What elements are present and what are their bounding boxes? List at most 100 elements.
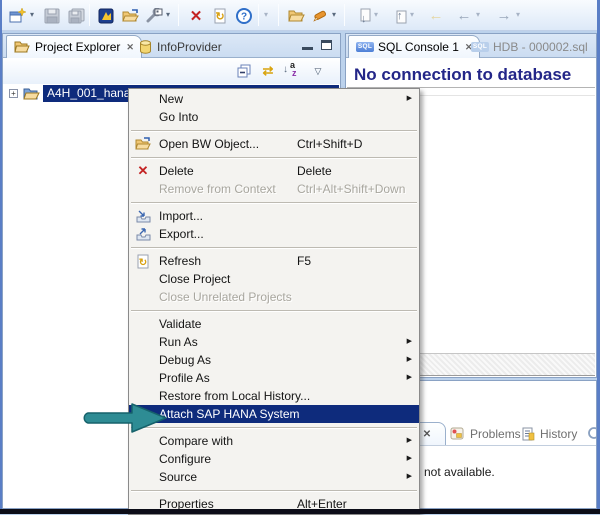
open-bw-object-icon	[134, 136, 152, 152]
menu-item-new[interactable]: New ▶	[129, 90, 419, 108]
open-bw-object-button[interactable]	[118, 4, 142, 27]
next-annotation-button[interactable]: ↓	[352, 4, 376, 27]
help-icon: ?	[236, 8, 252, 24]
project-explorer-tabbar: Project Explorer ✕ InfoProvider	[3, 34, 340, 58]
menu-item-compare-with[interactable]: Compare with ▶	[129, 432, 419, 450]
new-wizard-button[interactable]	[5, 4, 29, 27]
menu-item-export[interactable]: Export...	[129, 225, 419, 243]
menu-separator	[131, 490, 417, 491]
tab-sql-console-1[interactable]: SQL SQL Console 1 ✕	[348, 35, 480, 58]
tab-problems[interactable]: Problems	[450, 423, 521, 445]
refresh-icon: ↻	[134, 253, 152, 269]
submenu-arrow-icon: ▶	[407, 90, 412, 108]
minimize-view-icon[interactable]	[302, 40, 313, 50]
menu-separator	[131, 130, 417, 131]
configuration-dropdown-icon[interactable]: ▾	[166, 10, 170, 19]
menu-item-close-project[interactable]: Close Project	[129, 270, 419, 288]
menu-item-validate[interactable]: Validate	[129, 315, 419, 333]
sort-icon: ↓ a z	[284, 63, 300, 79]
save-all-button[interactable]	[64, 4, 88, 27]
toolbar-separator	[344, 4, 345, 26]
menu-item-configure[interactable]: Configure ▶	[129, 450, 419, 468]
menu-item-attach-sap-hana-system[interactable]: Attach SAP HANA System	[129, 405, 419, 423]
shortcut: Ctrl+Alt+Shift+Down	[297, 180, 405, 198]
context-menu: New ▶ Go Into Open BW Object... Ctrl+Shi…	[128, 88, 420, 515]
last-edit-location-button[interactable]: ←	[424, 4, 448, 27]
menu-separator	[131, 202, 417, 203]
refresh-button[interactable]: ↻	[208, 4, 232, 27]
menu-item-source[interactable]: Source ▶	[129, 468, 419, 486]
tab-label: History	[540, 427, 577, 441]
back-dropdown-icon[interactable]: ▾	[476, 10, 480, 19]
project-folder-icon	[23, 86, 40, 101]
delete-button[interactable]: ✕	[184, 4, 208, 27]
svg-text:↓: ↓	[361, 13, 367, 24]
svg-text:↻: ↻	[139, 257, 147, 268]
previous-annotation-dropdown-icon[interactable]: ▾	[410, 10, 414, 19]
history-tab-icon	[522, 427, 535, 441]
save-icon	[44, 8, 60, 24]
menu-item-remove-from-context[interactable]: Remove from Context Ctrl+Alt+Shift+Down	[129, 180, 419, 198]
not-available-text: not available.	[424, 465, 495, 479]
tab-label: Problems	[470, 427, 521, 441]
window-border	[0, 509, 600, 514]
mark-occurrences-button[interactable]	[308, 4, 332, 27]
sort-button[interactable]: ↓ a z	[283, 62, 301, 80]
open-bw-object-icon	[122, 8, 139, 24]
close-tab-icon[interactable]: ✕	[423, 429, 431, 440]
annotation-arrow-icon	[78, 400, 172, 436]
menu-item-debug-as[interactable]: Debug As ▶	[129, 351, 419, 369]
project-explorer-tab-icon	[14, 40, 30, 54]
shortcut: F5	[297, 252, 311, 270]
bw-modeling-perspective-button[interactable]	[94, 4, 118, 27]
forward-dropdown-icon[interactable]: ▾	[516, 10, 520, 19]
open-folder-icon	[288, 8, 305, 24]
window-border	[0, 0, 2, 514]
help-button[interactable]: ?	[232, 4, 256, 27]
menu-item-close-unrelated-projects[interactable]: Close Unrelated Projects	[129, 288, 419, 306]
new-dropdown-icon[interactable]: ▾	[30, 10, 34, 19]
bw-modeling-perspective-icon	[98, 8, 115, 24]
toolbar-separator	[278, 4, 279, 26]
next-annotation-icon: ↓	[356, 8, 372, 24]
maximize-view-icon[interactable]	[321, 40, 332, 50]
menu-separator	[131, 157, 417, 158]
menu-item-profile-as[interactable]: Profile As ▶	[129, 369, 419, 387]
menu-item-refresh[interactable]: ↻ Refresh F5	[129, 252, 419, 270]
link-with-editor-icon: ⇄	[263, 63, 274, 79]
submenu-arrow-icon: ▶	[407, 369, 412, 387]
link-with-editor-button[interactable]: ⇄	[259, 62, 277, 80]
configuration-button[interactable]	[142, 4, 166, 27]
tab-project-explorer[interactable]: Project Explorer ✕	[6, 35, 142, 58]
back-button[interactable]: ←	[452, 4, 476, 27]
tree-expand-icon[interactable]: +	[9, 89, 18, 98]
last-edit-location-icon: ←	[429, 7, 444, 24]
tab-infoprovider[interactable]: InfoProvider	[132, 36, 229, 58]
menu-item-import[interactable]: Import...	[129, 207, 419, 225]
mark-occurrences-dropdown-icon[interactable]: ▾	[332, 10, 336, 19]
no-connection-message: No connection to database	[354, 65, 571, 85]
forward-button[interactable]: →	[492, 4, 516, 27]
svg-text:↑: ↑	[397, 10, 403, 22]
collapse-all-icon	[237, 64, 252, 79]
menu-item-go-into[interactable]: Go Into	[129, 108, 419, 126]
save-button[interactable]	[40, 4, 64, 27]
tab-hdb-sql-file[interactable]: SQL HDB - 000002.sql	[464, 36, 595, 58]
menu-item-delete[interactable]: ✕ Delete Delete	[129, 162, 419, 180]
import-icon	[134, 208, 152, 224]
disabled-dropdown-icon[interactable]: ▾	[264, 10, 268, 19]
menu-item-open-bw-object[interactable]: Open BW Object... Ctrl+Shift+D	[129, 135, 419, 153]
menu-item-restore-from-local-history[interactable]: Restore from Local History...	[129, 387, 419, 405]
tab-history[interactable]: History	[522, 423, 577, 445]
open-folder-button[interactable]	[284, 4, 308, 27]
tab-label: SQL Console 1	[378, 40, 459, 54]
menu-item-run-as[interactable]: Run As ▶	[129, 333, 419, 351]
delete-icon: ✕	[134, 163, 152, 179]
svg-text:↻: ↻	[215, 11, 224, 23]
collapse-all-button[interactable]	[235, 62, 253, 80]
problems-tab-icon	[450, 427, 465, 441]
view-menu-button[interactable]: ▽	[309, 62, 327, 80]
previous-annotation-button[interactable]: ↑	[388, 4, 412, 27]
next-annotation-dropdown-icon[interactable]: ▾	[374, 10, 378, 19]
back-icon: ←	[457, 7, 472, 24]
